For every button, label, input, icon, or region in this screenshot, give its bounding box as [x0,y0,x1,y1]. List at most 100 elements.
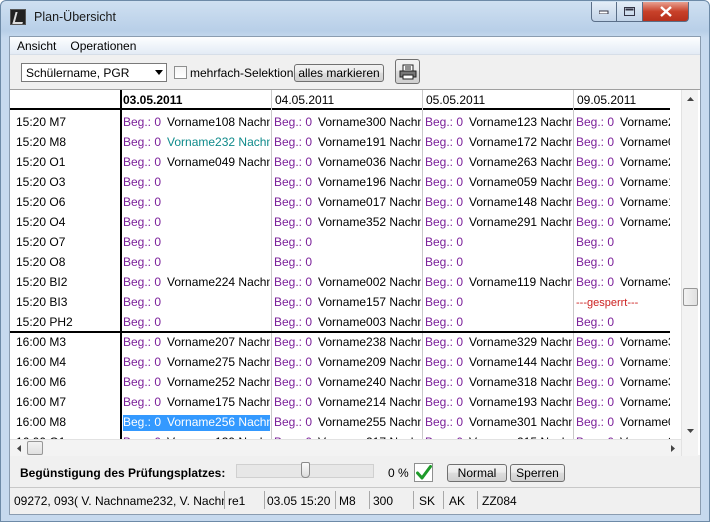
grid-cell[interactable]: Beg.: 0 Vorname255 Nachname [274,415,421,431]
grid-cell[interactable]: Beg.: 0 [576,235,670,251]
grid-cell[interactable]: Beg.: 0 [274,235,421,251]
grid-cell[interactable]: Beg.: 0 [123,315,270,331]
grid-cell[interactable]: Beg.: 0 Vorname191 Nachname [274,135,421,151]
table-row[interactable]: 15:20 M8Beg.: 0Vorname232 NachnameBeg.: … [10,132,670,152]
mark-all-button[interactable]: alles markieren [294,64,384,82]
grid-cell[interactable]: Beg.: 0 Vorname224 Nachname [123,275,270,291]
print-button[interactable] [395,59,420,84]
grid-cell[interactable]: Beg.: 0 Vorname036 Nachname [274,155,421,171]
table-row[interactable]: 15:20 O1Beg.: 0Vorname049 NachnameBeg.: … [10,152,670,172]
grid-cell[interactable]: Beg.: 0 [123,295,270,311]
normal-button[interactable]: Normal [447,464,507,482]
vertical-scrollbar[interactable] [681,90,698,456]
grid-cell[interactable]: Beg.: 0 Vorname29 [576,395,670,411]
grid-cell[interactable]: Beg.: 0 [274,255,421,271]
grid-cell[interactable]: Beg.: 0 Vorname256 Nachname [123,415,270,431]
grid-cell[interactable]: Beg.: 0 Vorname017 Nachname [274,195,421,211]
grid-cell[interactable]: Beg.: 0 Vorname252 Nachname [123,375,270,391]
grid-cell[interactable]: Beg.: 0 Vorname123 Nachname [425,115,572,131]
table-row[interactable]: 16:00 M3Beg.: 0Vorname207 NachnameBeg.: … [10,332,670,352]
table-row[interactable]: 15:20 O8 Beg.: 0 Beg.: 0 Beg.: 0 Beg.: 0 [10,252,670,272]
column-header-0[interactable]: 03.05.2011 [123,93,271,107]
horizontal-scrollbar[interactable] [10,439,681,456]
grid-cell[interactable]: Beg.: 0 Vorname059 Nachname [425,175,572,191]
column-header-2[interactable]: 05.05.2011 [426,93,574,107]
grid-cell[interactable]: Beg.: 0 Vorname002 Nachname [274,275,421,291]
table-row[interactable]: 15:20 O6 Beg.: 0 Beg.: 0 Vorname017 Nachnam… [10,192,670,212]
menu-ansicht[interactable]: Ansicht [10,37,63,54]
grid-cell[interactable]: Beg.: 0 Vorname175 Nachname [123,395,270,411]
scroll-right-button[interactable] [664,440,681,457]
table-row[interactable]: 15:20 BI3 Beg.: 0 Beg.: 0 Vorname157 Nachna… [10,292,670,312]
grid-cell[interactable]: Beg.: 0 Vorname22 [576,155,670,171]
grid-cell[interactable]: Beg.: 0 Vorname11 [576,355,670,371]
close-button[interactable] [643,2,689,22]
minimize-button[interactable] [591,2,617,22]
grid-cell[interactable]: Beg.: 0 Vorname148 Nachname [425,195,572,211]
grid-cell[interactable]: Beg.: 0 Vorname10 [576,195,670,211]
grid-cell[interactable]: Beg.: 0 Vorname119 Nachname [425,275,572,291]
horizontal-scroll-thumb[interactable] [27,441,43,455]
grid-cell[interactable]: Beg.: 0 Vorname28 [576,215,670,231]
grid-cell[interactable]: Beg.: 0 Vorname06 [576,135,670,151]
column-header-1[interactable]: 04.05.2011 [275,93,423,107]
table-row[interactable]: 16:00 M4Beg.: 0Vorname275 NachnameBeg.: … [10,352,670,372]
grid-cell[interactable]: Beg.: 0 Vorname003 Nachname [274,315,421,331]
grid-cell[interactable]: Beg.: 0 [425,295,572,311]
scroll-down-button[interactable] [682,422,699,439]
table-row[interactable]: 15:20 PH2 Beg.: 0 Beg.: 0 Vorname003 Nachna… [10,312,670,332]
grid-cell[interactable]: Beg.: 0 Vorname24 [576,115,670,131]
grid-cell[interactable]: Beg.: 0 Vorname06 [576,415,670,431]
grid-cell[interactable]: Beg.: 0 Vorname240 Nachname [274,375,421,391]
table-row[interactable]: 15:20 M7Beg.: 0Vorname108 NachnameBeg.: … [10,112,670,132]
table-row[interactable]: 15:20 O3 Beg.: 0 Beg.: 0 Vorname196 Nachnam… [10,172,670,192]
grid-cell[interactable]: Beg.: 0 Vorname049 Nachname [123,155,270,171]
grid-cell[interactable]: Beg.: 0 Vorname207 Nachname [123,335,270,351]
column-header-3[interactable]: 09.05.2011 [577,93,677,107]
scroll-up-button[interactable] [682,90,699,107]
grid-cell[interactable]: Beg.: 0 Vorname196 Nachname [274,175,421,191]
grid-cell[interactable]: Beg.: 0 [123,175,270,191]
scroll-left-button[interactable] [10,440,27,457]
grid-cell[interactable]: Beg.: 0 [123,235,270,251]
table-row[interactable]: 15:20 O4 Beg.: 0 Beg.: 0 Vorname352 Nachnam… [10,212,670,232]
grid-cell[interactable]: Beg.: 0 Vorname300 Nachname [274,115,421,131]
grid-cell[interactable]: Beg.: 0 Vorname301 Nachname [425,415,572,431]
grid-cell[interactable]: Beg.: 0 [576,255,670,271]
grid-cell[interactable]: Beg.: 0 [425,315,572,331]
table-row[interactable]: 15:20 O7 Beg.: 0 Beg.: 0 Beg.: 0 Beg.: 0 [10,232,670,252]
table-row[interactable]: 16:00 M8Beg.: 0Vorname256 NachnameBeg.: … [10,412,670,432]
grid-cell[interactable]: Beg.: 0 Vorname36 [576,375,670,391]
grid-cell[interactable]: Beg.: 0 Vorname329 Nachname [425,335,572,351]
sperren-button[interactable]: Sperren [510,464,565,482]
grid-cell[interactable]: Beg.: 0 [123,255,270,271]
grid-cell[interactable]: Beg.: 0 Vorname291 Nachname [425,215,572,231]
grid-cell[interactable]: Beg.: 0 Vorname318 Nachname [425,375,572,391]
grid-cell[interactable]: Beg.: 0 Vorname193 Nachname [425,395,572,411]
table-row[interactable]: 16:00 M6Beg.: 0Vorname252 NachnameBeg.: … [10,372,670,392]
grid-cell[interactable]: Beg.: 0 Vorname144 Nachname [425,355,572,371]
grid-cell[interactable]: Beg.: 0 Vorname275 Nachname [123,355,270,371]
grid-cell[interactable]: Beg.: 0 Vorname31 [576,335,670,351]
grid-cell[interactable]: Beg.: 0 Vorname232 Nachname [123,135,270,151]
grid-cell[interactable]: Beg.: 0 Vorname172 Nachname [425,135,572,151]
confirm-check-button[interactable] [414,463,433,482]
grid-cell[interactable]: Beg.: 0 Vorname209 Nachname [274,355,421,371]
grid-cell[interactable]: Beg.: 0 [123,215,270,231]
maximize-button[interactable] [617,2,643,22]
grid-cell[interactable]: Beg.: 0 Vorname238 Nachname [274,335,421,351]
benefit-slider-thumb[interactable] [301,462,310,478]
grid-cell[interactable]: Beg.: 0 Vorname108 Nachname [123,115,270,131]
grid-cell[interactable]: Beg.: 0 Vorname31 [576,275,670,291]
grid-cell[interactable]: Beg.: 0 Vorname157 Nachname [274,295,421,311]
grid-cell[interactable]: Beg.: 0 [425,235,572,251]
sort-combo[interactable]: Schülername, PGR [21,63,167,82]
grid-cell[interactable]: Beg.: 0 Vorname352 Nachname [274,215,421,231]
table-row[interactable]: 16:00 M7Beg.: 0Vorname175 NachnameBeg.: … [10,392,670,412]
menu-operationen[interactable]: Operationen [63,37,143,54]
grid-cell[interactable]: Beg.: 0 Vorname263 Nachname [425,155,572,171]
grid-cell[interactable]: Beg.: 0 [425,255,572,271]
vertical-scroll-thumb[interactable] [683,288,698,306]
table-row[interactable]: 15:20 BI2Beg.: 0Vorname224 NachnameBeg.:… [10,272,670,292]
grid-cell[interactable]: ---gesperrt--- [576,295,670,311]
